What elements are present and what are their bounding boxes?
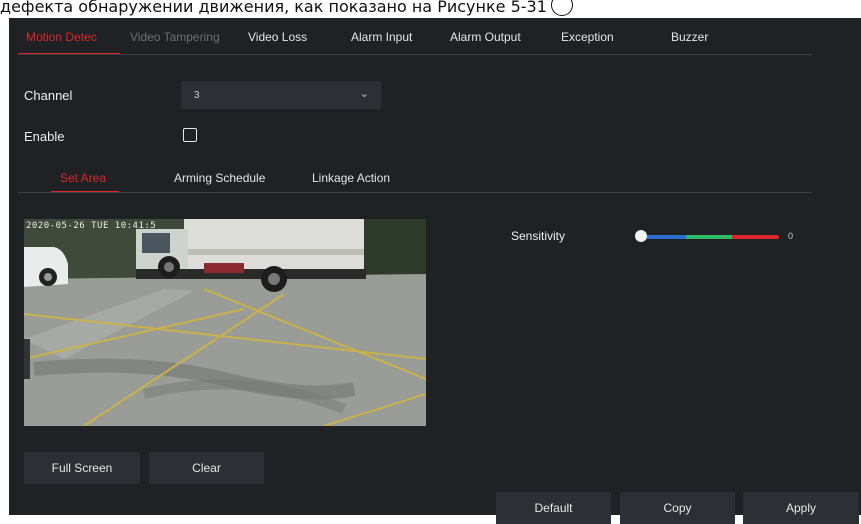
subtab-arming-schedule[interactable]: Arming Schedule: [174, 171, 265, 185]
top-tab-bar: Motion Detec Video Tampering Video Loss …: [9, 30, 809, 52]
enable-checkbox[interactable]: [183, 128, 197, 142]
default-button[interactable]: Default: [496, 492, 611, 524]
camera-preview[interactable]: 2020-05-26 TUE 10:41:5: [24, 219, 426, 426]
sensitivity-label: Sensitivity: [511, 229, 566, 243]
copy-button[interactable]: Copy: [620, 492, 735, 524]
caption-text: дефекта обнаружении движения, как показа…: [0, 0, 547, 16]
circled-number-icon: [550, 0, 573, 16]
camera-timestamp-overlay: 2020-05-26 TUE 10:41:5: [26, 221, 157, 231]
document-caption: дефекта обнаружении движения, как показа…: [0, 0, 861, 18]
sensitivity-value: 0: [788, 231, 794, 241]
tab-video-loss[interactable]: Video Loss: [248, 30, 307, 44]
tab-alarm-output[interactable]: Alarm Output: [450, 30, 521, 44]
alarm-settings-panel: Motion Detec Video Tampering Video Loss …: [9, 18, 861, 524]
apply-button[interactable]: Apply: [743, 492, 859, 524]
tab-buzzer[interactable]: Buzzer: [671, 30, 708, 44]
tab-exception[interactable]: Exception: [561, 30, 614, 44]
top-tab-divider: [18, 54, 812, 55]
camera-scene: [24, 219, 426, 426]
enable-label: Enable: [24, 129, 65, 144]
tab-video-tampering[interactable]: Video Tampering: [130, 30, 220, 44]
chevron-down-icon: ⌄: [359, 88, 369, 100]
sensitivity-slider-handle[interactable]: [635, 230, 647, 242]
channel-label: Channel: [24, 88, 73, 103]
subtab-divider: [18, 192, 812, 193]
channel-select[interactable]: 3 ⌄: [181, 81, 381, 109]
sensitivity-slider-track[interactable]: [641, 235, 779, 239]
full-screen-button[interactable]: Full Screen: [24, 452, 140, 484]
clear-button[interactable]: Clear: [149, 452, 264, 484]
channel-select-value: 3: [194, 90, 200, 101]
tab-alarm-input[interactable]: Alarm Input: [351, 30, 412, 44]
subtab-set-area[interactable]: Set Area: [60, 171, 106, 185]
tab-motion-detection[interactable]: Motion Detec: [26, 30, 97, 44]
subtab-linkage-action[interactable]: Linkage Action: [312, 171, 390, 185]
